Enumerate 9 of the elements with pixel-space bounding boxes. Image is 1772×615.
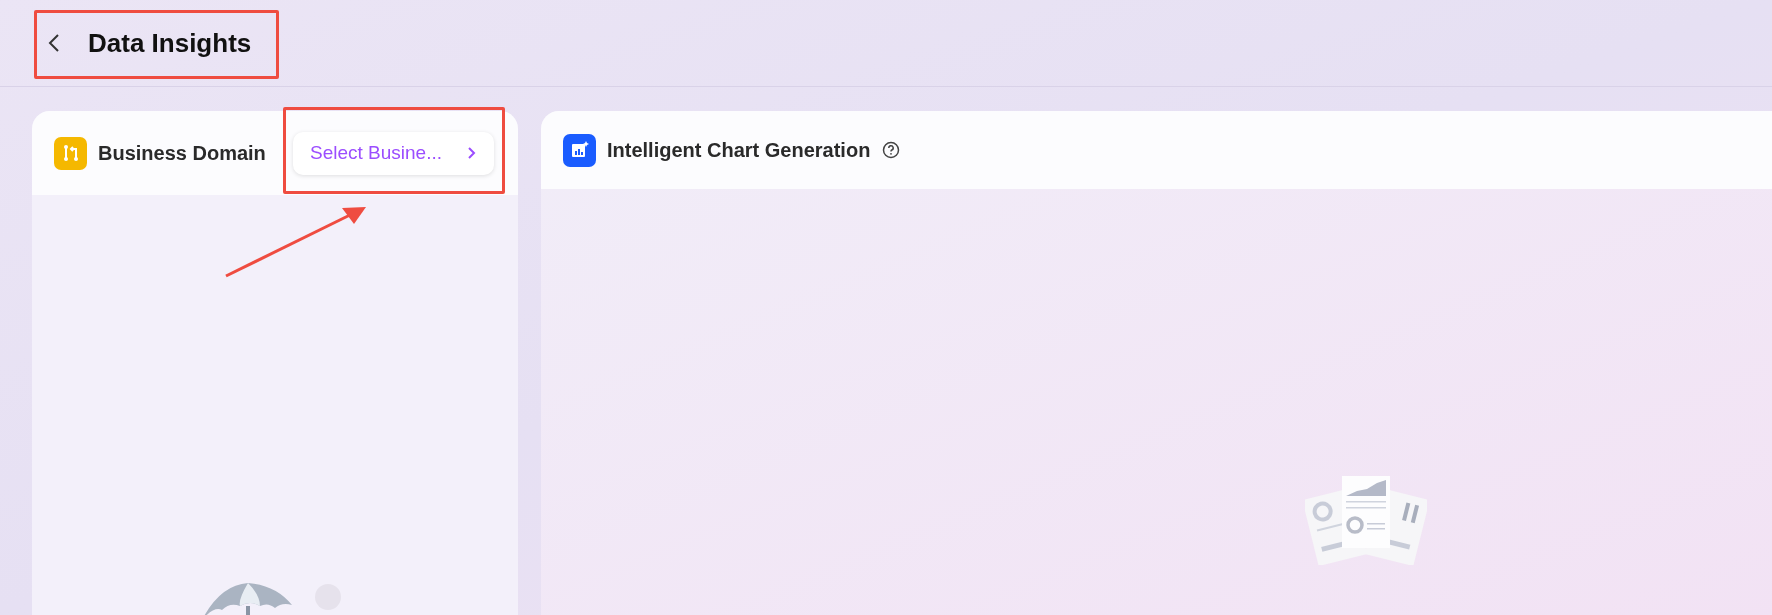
card-title: Intelligent Chart Generation xyxy=(607,138,871,163)
card-title: Business Domain xyxy=(98,141,266,166)
select-domain-button[interactable]: Select Busine... xyxy=(293,131,494,175)
chart-icon xyxy=(563,133,596,167)
back-icon xyxy=(48,33,60,53)
domain-icon xyxy=(54,136,87,170)
page-title: Data Insights xyxy=(88,26,252,60)
help-icon[interactable] xyxy=(882,141,901,159)
chevron-right-icon xyxy=(467,146,476,160)
